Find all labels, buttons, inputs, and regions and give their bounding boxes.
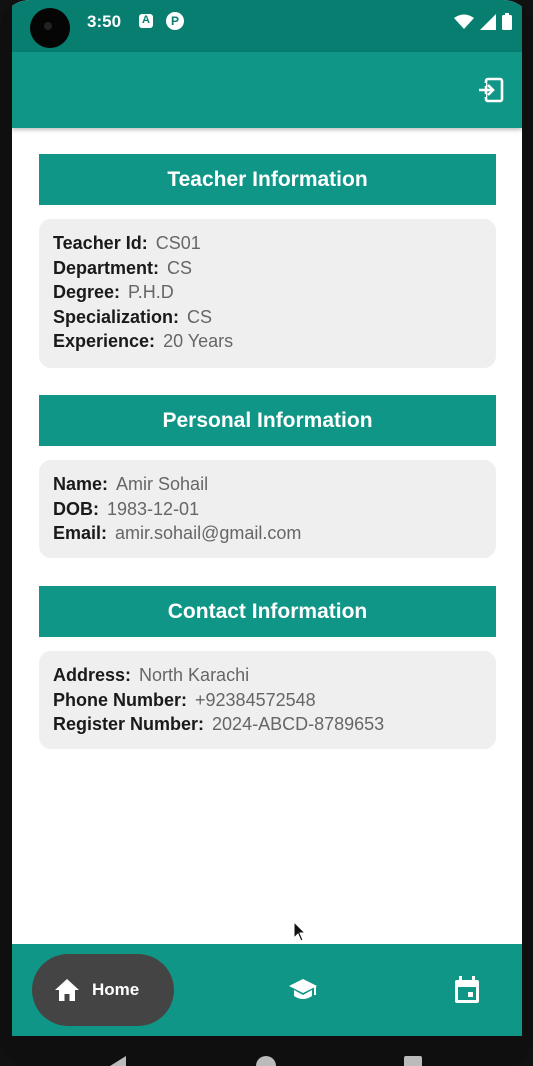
info-row-experience: Experience: 20 Years bbox=[53, 329, 482, 354]
row-label: Address: bbox=[53, 665, 132, 685]
row-label: DOB: bbox=[53, 498, 99, 519]
info-row-teacher-id: Teacher Id: CS01 bbox=[53, 231, 482, 256]
battery-icon bbox=[502, 13, 512, 30]
status-time: 3:50 bbox=[87, 12, 122, 31]
personal-info-card: Name: Amir Sohail DOB: 1983-12-01 Email: am… bbox=[39, 460, 496, 558]
signal-icon bbox=[480, 13, 496, 30]
row-value: CS01 bbox=[155, 233, 201, 253]
row-value: CS bbox=[167, 257, 193, 278]
row-value: Amir Sohail bbox=[116, 474, 209, 494]
row-label: Degree: bbox=[53, 282, 121, 303]
mouse-cursor-icon bbox=[293, 921, 307, 942]
row-value: 1983-12-01 bbox=[107, 498, 200, 519]
info-row-dob: DOB: 1983-12-01 bbox=[53, 497, 482, 522]
notification-a-icon bbox=[139, 14, 153, 28]
info-row-name: Name: Amir Sohail bbox=[53, 472, 482, 497]
row-value: CS bbox=[187, 306, 213, 327]
row-value: 2024-ABCD-8789653 bbox=[212, 714, 385, 735]
status-bar: 3:50 bbox=[12, 0, 522, 52]
row-value: P.H.D bbox=[128, 282, 174, 303]
nav-item-home[interactable]: Home bbox=[32, 954, 174, 1026]
row-value: North Karachi bbox=[139, 665, 250, 685]
notification-p-icon bbox=[166, 12, 184, 30]
row-label: Specialization: bbox=[53, 306, 180, 327]
info-row-email: Email: amir.sohail@gmail.com bbox=[53, 521, 482, 546]
app-bar bbox=[12, 52, 522, 128]
row-label: Phone Number: bbox=[53, 689, 188, 710]
row-label: Department: bbox=[53, 257, 160, 278]
home-icon bbox=[55, 979, 79, 1001]
row-value: 20 Years bbox=[163, 331, 234, 352]
info-row-specialization: Specialization: CS bbox=[53, 305, 482, 330]
info-row-degree: Degree: P.H.D bbox=[53, 280, 482, 305]
system-icons bbox=[454, 13, 512, 30]
phone-frame: 3:50 A P Teacher Information Teacher Id:… bbox=[0, 0, 533, 1066]
wifi-icon bbox=[454, 14, 474, 29]
recents-icon[interactable] bbox=[404, 1056, 422, 1066]
logout-icon[interactable] bbox=[478, 77, 504, 103]
contact-info-card: Address: North Karachi Phone Number: +9238… bbox=[39, 651, 496, 749]
row-label: Email: bbox=[53, 523, 108, 544]
nav-home-label: Home bbox=[92, 980, 140, 999]
bottom-navigation: Home bbox=[12, 944, 522, 1036]
personal-info-header: Personal Information bbox=[39, 395, 496, 446]
app-screen: 3:50 A P Teacher Information Teacher Id:… bbox=[12, 0, 522, 1036]
calendar-icon[interactable] bbox=[454, 976, 480, 1004]
row-label: Name: bbox=[53, 474, 109, 494]
info-row-register: Register Number: 2024-ABCD-8789653 bbox=[53, 712, 482, 737]
row-label: Experience: bbox=[53, 331, 156, 352]
contact-info-header: Contact Information bbox=[39, 586, 496, 637]
row-label: Teacher Id: bbox=[53, 233, 148, 253]
graduation-cap-icon[interactable] bbox=[288, 977, 318, 1003]
back-icon[interactable] bbox=[110, 1056, 126, 1066]
camera-cutout bbox=[30, 8, 70, 48]
row-value: amir.sohail@gmail.com bbox=[115, 523, 302, 544]
teacher-info-card: Teacher Id: CS01 Department: CS Degree: P.H… bbox=[39, 219, 496, 368]
teacher-info-header: Teacher Information bbox=[39, 154, 496, 205]
info-row-phone: Phone Number: +92384572548 bbox=[53, 688, 482, 713]
row-label: Register Number: bbox=[53, 714, 205, 735]
info-row-address: Address: North Karachi bbox=[53, 663, 482, 688]
row-value: +92384572548 bbox=[195, 689, 316, 710]
info-row-department: Department: CS bbox=[53, 256, 482, 281]
